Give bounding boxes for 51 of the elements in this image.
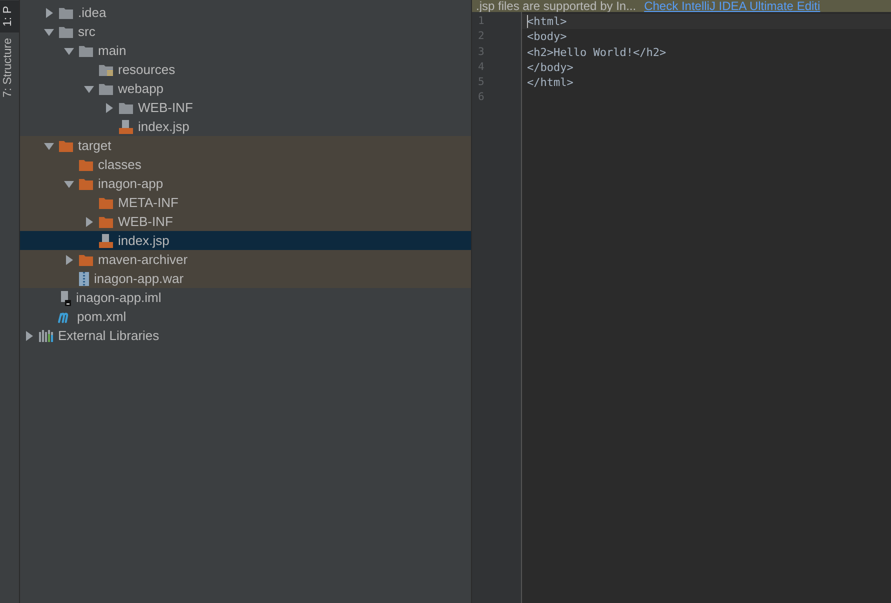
tree-item[interactable]: maven-archiver	[20, 250, 471, 269]
folder-icon	[78, 252, 94, 266]
module-file-icon	[58, 290, 72, 306]
expand-arrow-icon[interactable]	[104, 102, 114, 112]
tree-item[interactable]: index.jsp	[20, 117, 471, 136]
expand-arrow-icon[interactable]	[84, 84, 94, 94]
folder-icon	[58, 138, 74, 152]
folder-icon	[98, 196, 114, 210]
tree-item[interactable]: inagon-app.iml	[20, 288, 471, 307]
expand-arrow-icon[interactable]	[64, 178, 74, 188]
expand-arrow-icon[interactable]	[44, 140, 54, 150]
jsp-file-icon	[118, 118, 134, 134]
expand-arrow-icon[interactable]	[44, 26, 54, 36]
folder-icon	[58, 6, 74, 20]
folder-icon	[118, 100, 134, 114]
code-line: </html>	[526, 75, 574, 90]
folder-icon	[98, 82, 114, 96]
tree-item[interactable]: src	[20, 22, 471, 41]
code-line: </body>	[526, 60, 574, 76]
tree-item[interactable]: META-INF	[20, 193, 471, 212]
tree-item[interactable]: webapp	[20, 79, 471, 98]
resources-folder-icon	[98, 62, 114, 76]
tree-item[interactable]: index.jsp	[20, 231, 471, 250]
archive-file-icon	[78, 270, 90, 286]
tree-item[interactable]: classes	[20, 155, 471, 174]
folder-icon	[58, 24, 74, 38]
folder-icon	[98, 214, 114, 228]
tree-item[interactable]: inagon-app	[20, 174, 471, 193]
expand-arrow-icon[interactable]	[64, 46, 74, 56]
folder-icon	[78, 176, 94, 190]
tree-item[interactable]: External Libraries	[20, 326, 471, 345]
folder-icon	[78, 44, 94, 58]
tree-item[interactable]: WEB-INF	[20, 98, 471, 117]
expand-arrow-icon[interactable]	[64, 254, 74, 264]
library-icon	[38, 328, 54, 342]
jsp-file-icon	[98, 232, 114, 248]
tool-window-tab[interactable]: 1: P	[0, 0, 19, 32]
tree-item[interactable]: main	[20, 41, 471, 60]
folder-icon	[78, 158, 94, 172]
tree-item[interactable]: .idea	[20, 3, 471, 22]
tree-item[interactable]: WEB-INF	[20, 212, 471, 231]
expand-arrow-icon[interactable]	[84, 216, 94, 226]
expand-arrow-icon[interactable]	[44, 8, 54, 18]
code-line: <body>	[526, 29, 568, 45]
expand-arrow-icon[interactable]	[24, 330, 34, 340]
code-line: <h2>Hello World!</h2>	[526, 44, 668, 60]
tree-item[interactable]: target	[20, 136, 471, 155]
tool-window-tab[interactable]: 7: Structure	[0, 32, 19, 104]
tree-item[interactable]: resources	[20, 60, 471, 79]
tree-item[interactable]: inagon-app.war	[20, 269, 471, 288]
tree-item[interactable]: pom.xml	[20, 307, 471, 326]
